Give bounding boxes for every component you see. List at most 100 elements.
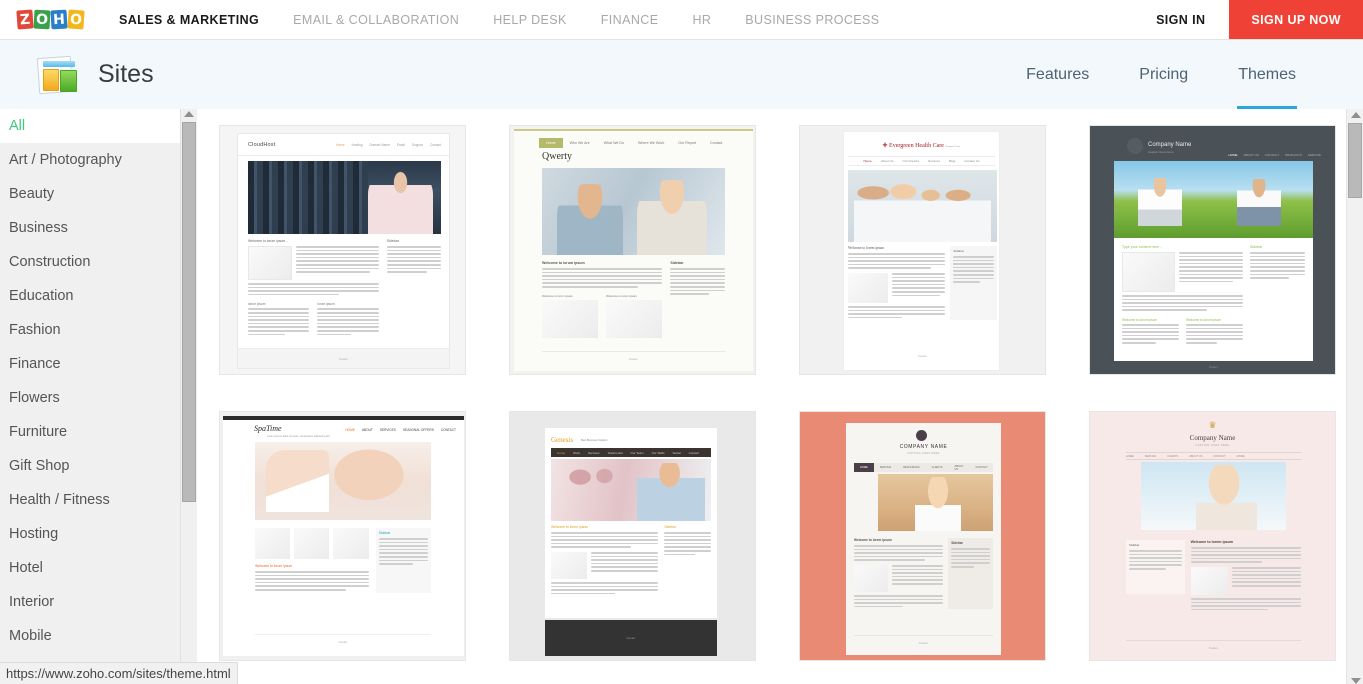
theme-nav: Home About Us Our Doctors Services Blog …	[848, 156, 995, 166]
product-nav: Features Pricing Themes	[1001, 40, 1321, 109]
theme-nav-item: Home	[336, 143, 345, 147]
scroll-up-arrow-icon[interactable]	[184, 111, 194, 117]
theme-logo-sub: CAPTION GOES HERE	[1195, 444, 1230, 447]
sidebar-item-hotel[interactable]: Hotel	[0, 551, 180, 585]
sidebar-item-gift-shop[interactable]: Gift Shop	[0, 449, 180, 483]
theme-footer: Footer	[854, 635, 993, 645]
theme-footer: Footer	[542, 351, 725, 361]
top-nav-item-hr[interactable]: HR	[675, 0, 728, 39]
theme-nav: HOME ABOUT US CONTACT PRODUCTS SERVICE	[1228, 153, 1321, 157]
theme-sidebar-heading: Sidebar	[1250, 245, 1263, 249]
theme-welcome-heading: Welcome to lorem ipsum	[848, 246, 885, 250]
sidebar-item-health-fitness[interactable]: Health / Fitness	[0, 483, 180, 517]
zoho-logo[interactable]: Z O H O	[16, 0, 85, 39]
theme-card-qwerty[interactable]: Home Who We Are What We Do Where We Work…	[509, 125, 756, 375]
theme-hero-image	[848, 170, 997, 242]
theme-nav-item: Home	[557, 450, 566, 455]
top-nav-item-help-desk[interactable]: HELP DESK	[476, 0, 584, 39]
theme-card-evergreen-health-care[interactable]: ✚ Evergreen Health Care Hospital Center …	[799, 125, 1046, 375]
theme-nav-item: ABOUT US	[1189, 454, 1203, 458]
sidebar-item-fashion[interactable]: Fashion	[0, 313, 180, 347]
theme-nav-item: Contact	[710, 141, 723, 145]
sidebar-item-beauty[interactable]: Beauty	[0, 177, 180, 211]
theme-nav-item: RESOURCES	[903, 466, 920, 469]
top-nav-account-actions: SIGN IN SIGN UP NOW	[1132, 0, 1363, 39]
theme-welcome-heading: Welcome to lorum ipsum	[255, 564, 293, 568]
sidebar-item-hosting[interactable]: Hosting	[0, 517, 180, 551]
theme-card-company-name-coral[interactable]: COMPANY NAME CAPTION GOES HERE HOME SERV…	[799, 411, 1046, 661]
zoho-logo-letter-o2: O	[67, 9, 85, 30]
theme-nav-item: CLIENTS	[1167, 454, 1179, 458]
theme-nav-item: Where We Work	[638, 141, 665, 145]
theme-logo-sub: CAPTION GOES HERE	[907, 452, 940, 455]
theme-nav-item: HOME	[1228, 153, 1238, 157]
theme-grid: CloudHost Home Hosting Domain Name Email…	[197, 109, 1363, 661]
tab-features[interactable]: Features	[1001, 40, 1114, 109]
sites-icon	[36, 55, 82, 95]
theme-card-spatime[interactable]: SpaTime Lorem ipsum dolor sit amet, cons…	[219, 411, 466, 661]
top-nav-item-sales-marketing[interactable]: SALES & MARKETING	[102, 0, 276, 39]
sidebar-item-finance[interactable]: Finance	[0, 347, 180, 381]
theme-card-genesis[interactable]: Genesis Best Business Solution Home Work…	[509, 411, 756, 661]
theme-logo-sub: Lorem ipsum dolor sit amet, consectetur …	[267, 435, 330, 438]
sidebar-item-flowers[interactable]: Flowers	[0, 381, 180, 415]
theme-card-company-name-pink[interactable]: ♛ Company Name CAPTION GOES HERE HOME SE…	[1089, 411, 1336, 661]
theme-nav-item: Contact	[688, 450, 699, 455]
sidebar-item-mobile[interactable]: Mobile	[0, 619, 180, 653]
theme-nav-item: Our Team	[630, 450, 644, 455]
theme-sub-heading: lorum ipsum	[248, 302, 266, 307]
sidebar-item-construction[interactable]: Construction	[0, 245, 180, 279]
theme-nav-item: MORE	[1236, 454, 1245, 458]
theme-nav: Home Work Services Testimonial Our Team …	[551, 448, 711, 457]
sidebar-scrollbar-thumb[interactable]	[182, 122, 196, 502]
page-scrollbar-thumb[interactable]	[1348, 123, 1362, 198]
sidebar-item-interior[interactable]: Interior	[0, 585, 180, 619]
theme-footer: Footer	[255, 634, 431, 644]
top-nav-item-business-process[interactable]: BUSINESS PROCESS	[728, 0, 896, 39]
status-bar-url: https://www.zoho.com/sites/theme.html	[6, 666, 231, 681]
theme-nav-item: PRODUCTS	[1285, 153, 1302, 157]
theme-nav-item: Services	[587, 450, 600, 455]
theme-logo: Genesis	[551, 436, 574, 444]
sidebar-item-art-photography[interactable]: Art / Photography	[0, 143, 180, 177]
theme-sub-heading: lorum ipsum	[317, 302, 335, 307]
top-nav-item-finance[interactable]: FINANCE	[584, 0, 676, 39]
theme-nav-item: CONTACT	[1264, 153, 1280, 157]
theme-logo-sub: Best Business Solution	[581, 439, 608, 442]
theme-sub-heading: Welcome to lorum ipsum	[1122, 317, 1158, 322]
sign-in-link[interactable]: SIGN IN	[1132, 0, 1229, 39]
theme-logo-mark	[1127, 138, 1143, 154]
theme-card-cloudhost[interactable]: CloudHost Home Hosting Domain Name Email…	[219, 125, 466, 375]
theme-nav-item: SERVICE	[1144, 454, 1157, 458]
sidebar-item-all[interactable]: All	[0, 109, 180, 143]
theme-nav-item: Who We Are	[569, 141, 590, 145]
tab-pricing[interactable]: Pricing	[1114, 40, 1213, 109]
theme-footer-bar: Footer	[545, 620, 717, 656]
theme-card-company-name-dark[interactable]: Company Name Caption Goes Here HOME ABOU…	[1089, 125, 1336, 375]
tab-themes[interactable]: Themes	[1213, 40, 1321, 109]
theme-sidebar-heading: Sidebar	[953, 249, 964, 253]
sign-up-button[interactable]: SIGN UP NOW	[1229, 0, 1363, 39]
theme-nav-item: Email	[396, 143, 405, 147]
scroll-down-arrow-icon[interactable]	[1351, 678, 1361, 684]
theme-nav-item: CONTACT	[1213, 454, 1226, 458]
sidebar-item-business[interactable]: Business	[0, 211, 180, 245]
theme-nav-item: Contact Us	[964, 159, 980, 163]
theme-nav-item: Our Report	[678, 141, 697, 145]
theme-nav-item: Blog	[949, 159, 956, 163]
product-branding[interactable]: Sites	[36, 55, 154, 95]
theme-nav-item: SERVICE	[879, 466, 892, 469]
theme-hero-image	[878, 474, 993, 531]
sidebar-item-education[interactable]: Education	[0, 279, 180, 313]
theme-nav-item: Work	[573, 450, 580, 455]
theme-hero-image	[542, 168, 725, 255]
page-scrollbar[interactable]	[1346, 109, 1363, 684]
top-nav-item-email-collaboration[interactable]: EMAIL & COLLABORATION	[276, 0, 476, 39]
theme-sidebar-heading: Sidebar	[951, 541, 963, 545]
sidebar-item-furniture[interactable]: Furniture	[0, 415, 180, 449]
sidebar-scrollbar[interactable]	[180, 109, 197, 667]
theme-footer: Footer	[626, 636, 636, 640]
theme-nav-item: Services	[928, 159, 941, 163]
theme-logo: SpaTime	[254, 424, 282, 433]
scroll-up-arrow-icon[interactable]	[1351, 112, 1361, 118]
